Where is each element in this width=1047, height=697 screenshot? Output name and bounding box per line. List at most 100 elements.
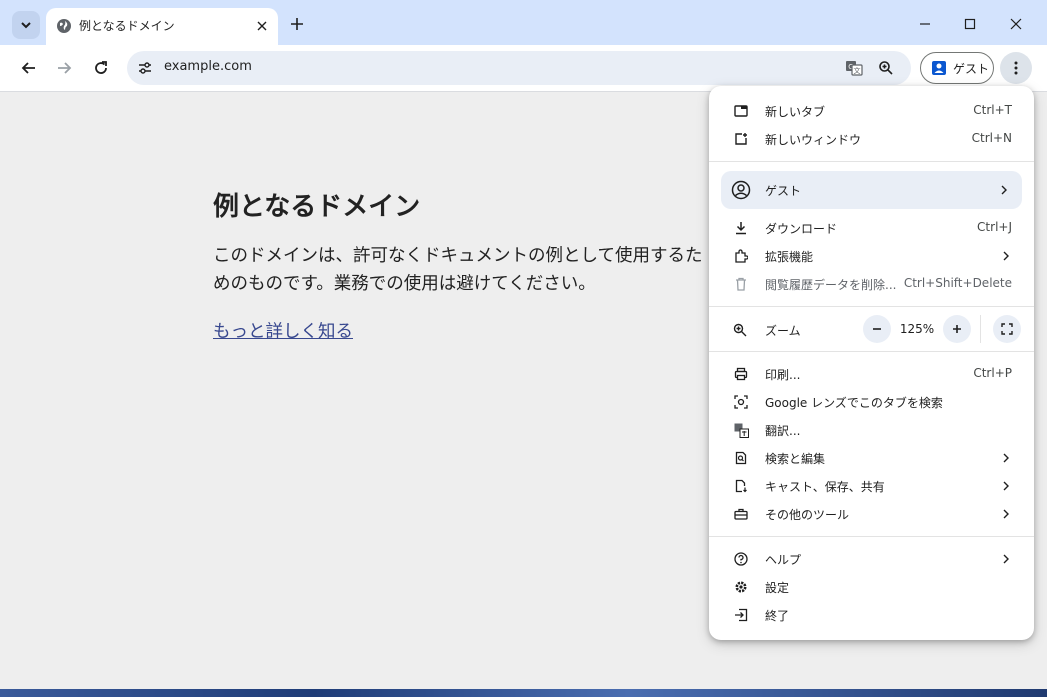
translate-icon — [733, 422, 749, 438]
url-text[interactable]: example.com — [164, 59, 252, 74]
gear-icon — [733, 579, 749, 595]
menu-item-print[interactable]: 印刷... Ctrl+P — [709, 360, 1034, 388]
menu-item-shortcut: Ctrl+Shift+Delete — [903, 276, 1012, 290]
extension-icon — [733, 248, 749, 264]
new-tab-button[interactable] — [287, 14, 307, 34]
menu-item-settings[interactable]: 設定 — [709, 573, 1034, 601]
browser-menu: 新しいタブ Ctrl+T 新しいウィンドウ Ctrl+N ゲスト ダウンロード … — [709, 86, 1034, 640]
customize-menu-button[interactable] — [1000, 52, 1032, 84]
translate-page-button[interactable]: G 文 — [842, 56, 866, 80]
menu-item-label: ゲスト — [765, 184, 802, 198]
menu-item-zoom: ズーム 125% — [709, 315, 1034, 345]
new-tab-icon — [733, 103, 749, 119]
toolbox-icon — [733, 506, 749, 522]
menu-item-label: 拡張機能 — [765, 250, 814, 264]
menu-item-help[interactable]: ヘルプ — [709, 545, 1034, 573]
tune-icon — [139, 62, 151, 74]
profile-label: ゲスト — [953, 61, 990, 76]
tab-search-button[interactable] — [12, 11, 40, 39]
menu-item-label: 翻訳... — [765, 424, 801, 438]
download-icon — [733, 220, 749, 236]
chevron-right-icon — [1003, 509, 1009, 519]
tab-strip: 例となるドメイン — [0, 0, 1047, 45]
page-title: 例となるドメイン — [213, 192, 421, 222]
more-vert-icon — [1014, 61, 1018, 75]
maximize-button[interactable] — [957, 12, 983, 36]
zoom-out-button[interactable] — [863, 315, 891, 343]
menu-item-shortcut: Ctrl+P — [973, 366, 1012, 380]
menu-item-translate[interactable]: 翻訳... — [709, 416, 1034, 444]
close-icon — [257, 21, 267, 31]
menu-item-label: その他のツール — [765, 508, 850, 522]
zoom-level: 125% — [899, 322, 935, 336]
globe-icon — [57, 19, 71, 33]
reload-button[interactable] — [88, 55, 114, 81]
zoom-label: ズーム — [765, 324, 801, 338]
menu-divider — [709, 161, 1034, 162]
menu-item-label: 設定 — [765, 581, 790, 595]
new-window-icon — [733, 131, 749, 147]
menu-item-label: 閲覧履歴データを削除... — [765, 278, 897, 292]
site-info-button[interactable] — [133, 56, 157, 80]
menu-divider — [709, 306, 1034, 307]
guest-profile-icon — [932, 61, 946, 75]
minimize-icon — [920, 23, 930, 25]
zoom-in-icon — [879, 61, 893, 75]
chevron-right-icon — [1003, 251, 1009, 261]
zoom-in-icon — [733, 322, 749, 338]
help-icon — [733, 551, 749, 567]
menu-item-extensions[interactable]: 拡張機能 — [709, 242, 1034, 270]
chevron-right-icon — [1003, 453, 1009, 463]
svg-text:文: 文 — [854, 66, 861, 75]
menu-item-label: 終了 — [765, 609, 790, 623]
plus-icon — [953, 325, 961, 333]
zoom-indicator-button[interactable] — [874, 56, 898, 80]
fullscreen-icon — [1001, 323, 1013, 335]
zoom-in-button[interactable] — [943, 315, 971, 343]
active-tab[interactable]: 例となるドメイン — [46, 8, 278, 45]
close-icon — [1010, 18, 1022, 30]
menu-item-shortcut: Ctrl+T — [973, 103, 1012, 117]
chevron-down-icon — [21, 22, 31, 29]
chevron-right-icon — [1003, 554, 1009, 564]
menu-item-google-lens[interactable]: Google レンズでこのタブを検索 — [709, 388, 1034, 416]
menu-item-label: 印刷... — [765, 368, 801, 382]
menu-item-label: ヘルプ — [765, 553, 802, 567]
menu-item-new-window[interactable]: 新しいウィンドウ Ctrl+N — [709, 125, 1034, 153]
minimize-button[interactable] — [912, 12, 938, 36]
arrow-left-icon — [21, 62, 35, 74]
save-file-icon — [733, 478, 749, 494]
print-icon — [733, 366, 749, 382]
desktop-background — [0, 689, 1047, 697]
address-bar[interactable]: example.com G 文 — [127, 51, 911, 85]
minus-icon — [873, 328, 881, 330]
page-body-text: このドメインは、許可なくドキュメントの例として使用するためのものです。業務での使… — [213, 246, 703, 294]
plus-icon — [291, 18, 303, 30]
menu-item-clear-browsing-data[interactable]: 閲覧履歴データを削除... Ctrl+Shift+Delete — [709, 270, 1034, 298]
menu-item-downloads[interactable]: ダウンロード Ctrl+J — [709, 214, 1034, 242]
tab-close-button[interactable] — [254, 18, 270, 34]
close-window-button[interactable] — [1003, 12, 1029, 36]
more-info-link[interactable]: もっと詳しく知る — [213, 318, 353, 343]
menu-item-new-tab[interactable]: 新しいタブ Ctrl+T — [709, 97, 1034, 125]
menu-item-exit[interactable]: 終了 — [709, 601, 1034, 629]
menu-item-guest-profile[interactable]: ゲスト — [721, 171, 1022, 209]
reload-icon — [95, 61, 107, 74]
back-button[interactable] — [16, 55, 42, 81]
exit-icon — [733, 607, 749, 623]
menu-item-shortcut: Ctrl+J — [977, 220, 1012, 234]
menu-item-label: 検索と編集 — [765, 452, 826, 466]
profile-button[interactable]: ゲスト — [920, 52, 994, 84]
chevron-right-icon — [1001, 185, 1007, 195]
menu-item-shortcut: Ctrl+N — [971, 131, 1012, 145]
trash-icon — [733, 276, 749, 292]
translate-icon: G 文 — [846, 61, 863, 76]
forward-button[interactable] — [51, 55, 77, 81]
toolbar: example.com G 文 ゲスト — [0, 45, 1047, 92]
fullscreen-button[interactable] — [993, 315, 1021, 343]
menu-item-label: ダウンロード — [765, 222, 838, 236]
menu-item-more-tools[interactable]: その他のツール — [709, 500, 1034, 528]
menu-item-cast-save-share[interactable]: キャスト、保存、共有 — [709, 472, 1034, 500]
menu-item-find-and-edit[interactable]: 検索と編集 — [709, 444, 1034, 472]
menu-item-label: 新しいタブ — [765, 105, 826, 119]
